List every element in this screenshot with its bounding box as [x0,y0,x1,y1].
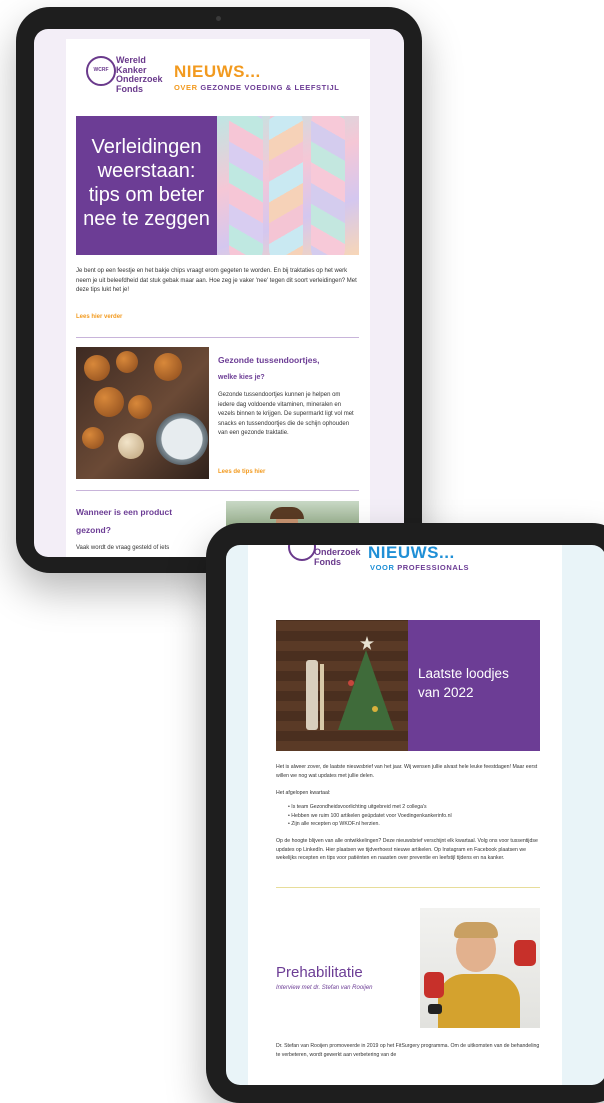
snack-bites-image[interactable] [76,347,209,479]
article2-title[interactable]: Prehabilitatie [276,964,363,981]
list-heading: Het afgelopen kwartaal: [276,790,331,796]
list-item: • Zijn alle recepten op WKOF.nl herzien. [288,821,380,827]
article2-title-line: Gezonde tussendoortjes, [218,355,320,365]
nieuws-heading: NIEUWS... [174,62,261,81]
wcrf-logo-icon [288,545,316,561]
nieuws-subtitle: OVER GEZONDE VOEDING & LEEFSTIJL [174,83,339,92]
article3-title-line: gezond? [76,525,111,535]
hero-title-line: tips om beter [88,184,205,206]
wcrf-logo-icon: WCRF [86,56,116,86]
hero-title: Laatste loodjes van 2022 [418,664,509,702]
logo-text: Onderzoek Fonds [314,547,361,567]
man-with-dumbbells-image[interactable] [420,908,540,1028]
marshmallow-twist-image[interactable] [217,116,359,255]
article2-subtitle: Interview met dr. Stefan van Rooijen [276,985,373,991]
list-item: • Is team Gezondheidsvoorlichting uitgeb… [288,804,427,810]
article3-text: Vaak wordt de vraag gesteld of iets [76,545,170,551]
hero-title: Verleidingen weerstaan: tips om beter ne… [76,135,217,231]
article3-title[interactable]: Wanneer is een product gezond? [76,503,172,539]
christmas-tree-image[interactable] [276,620,408,751]
tablet-back: Onderzoek Fonds NIEUWS... VOOR PROFESSIO… [206,523,604,1103]
update-list: • Is team Gezondheidsvoorlichting uitgeb… [288,803,538,829]
logo-line: Fonds [314,556,341,567]
article3-title-line: Wanneer is een product [76,507,173,517]
followup-text: Op de hoogte blijven van alle ontwikkeli… [276,838,538,861]
hero-title-panel[interactable]: Verleidingen weerstaan: tips om beter ne… [76,116,217,255]
read-more-link[interactable]: Lees hier verder [76,314,122,320]
article2-title[interactable]: Gezonde tussendoortjes, welke kies je? [218,351,320,387]
logo-text: Wereld Kanker Onderzoek Fonds [116,55,163,94]
hero-title-line: van 2022 [418,685,474,700]
divider [76,337,359,338]
newsletter-voeding: WCRF Wereld Kanker Onderzoek Fonds NIEUW… [66,39,370,557]
subtitle-topic: PROFESSIONALS [397,563,470,572]
hero-title-line: nee te zeggen [83,208,210,230]
intro-text: Je bent op een feestje en het bakje chip… [76,268,357,293]
subtitle-prefix: OVER [174,83,198,92]
tablet-front: WCRF Wereld Kanker Onderzoek Fonds NIEUW… [16,7,422,573]
camera-dot [216,16,221,21]
hero-title-panel[interactable]: Laatste loodjes van 2022 [408,620,540,751]
hero-title-line: Laatste loodjes [418,666,509,681]
intro-text: Het is alweer zover, de laatste nieuwsbr… [276,764,538,779]
subtitle-prefix: VOOR [370,563,395,572]
logo-line: Fonds [116,83,143,94]
nieuws-subtitle: VOOR PROFESSIONALS [370,563,469,572]
tablet-front-screen: WCRF Wereld Kanker Onderzoek Fonds NIEUW… [34,29,404,557]
nieuws-heading: NIEUWS... [368,545,455,562]
newsletter-professionals: Onderzoek Fonds NIEUWS... VOOR PROFESSIO… [248,545,562,1085]
divider [276,887,540,888]
list-item: • Hebben we ruim 100 artikelen geüpdatet… [288,812,452,819]
bottom-text: Dr. Stefan van Rooijen promoveerde in 20… [276,1043,540,1058]
divider [76,490,359,491]
subtitle-topic: GEZONDE VOEDING & LEEFSTIJL [200,83,340,92]
article2-text: Gezonde tussendoortjes kunnen je helpen … [218,392,354,436]
hero-title-line: Verleidingen [91,136,202,158]
logo-mark: WCRF [93,67,109,73]
article2-title-line: welke kies je? [218,374,265,381]
hero-title-line: weerstaan: [97,160,196,182]
tablet-back-screen: Onderzoek Fonds NIEUWS... VOOR PROFESSIO… [226,545,604,1085]
article2-link[interactable]: Lees de tips hier [218,469,265,475]
